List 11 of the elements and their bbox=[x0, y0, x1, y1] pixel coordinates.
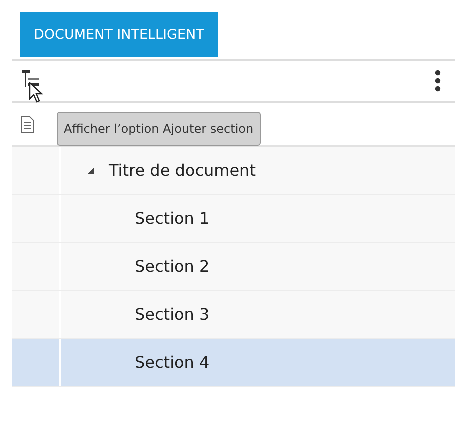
tree-item[interactable]: Titre de document bbox=[61, 147, 455, 194]
tree-item[interactable]: Section 1 bbox=[61, 195, 455, 242]
row-gutter bbox=[12, 339, 61, 386]
more-icon[interactable] bbox=[435, 70, 441, 92]
tree-item[interactable]: Section 3 bbox=[61, 291, 455, 338]
tree-item[interactable]: Section 2 bbox=[61, 243, 455, 290]
document-icon[interactable] bbox=[21, 116, 34, 132]
tree-item[interactable]: Section 4 bbox=[61, 339, 455, 386]
expanded-triangle-icon[interactable] bbox=[87, 166, 95, 174]
cursor-icon bbox=[29, 82, 43, 104]
tooltip: Afficher l’option Ajouter section bbox=[57, 112, 261, 146]
